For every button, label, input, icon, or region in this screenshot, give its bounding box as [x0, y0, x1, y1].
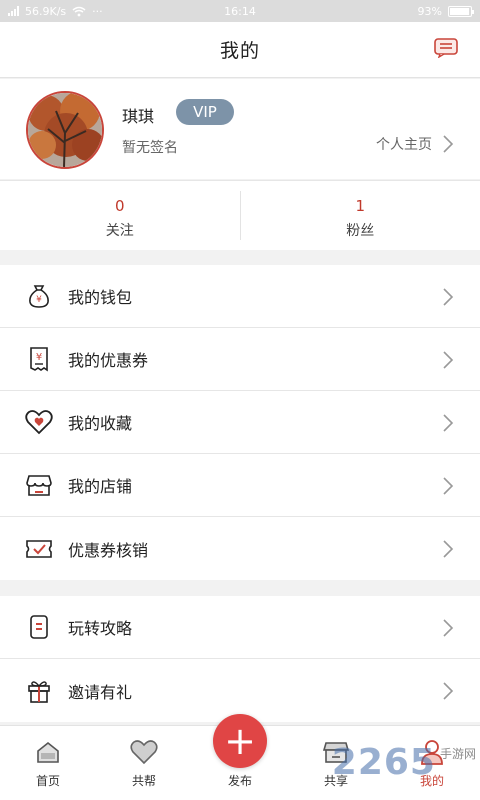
signal-icon: [8, 6, 19, 16]
status-more: ···: [92, 4, 103, 18]
stats-bar: 0 关注 1 粉丝: [0, 180, 480, 250]
tab-label: 发布: [227, 774, 252, 788]
homepage-label: 个人主页: [376, 137, 432, 153]
tab-label: 共帮: [131, 774, 156, 788]
menu-label: 邀请有礼: [68, 682, 133, 702]
menu-label: 优惠券核销: [68, 540, 149, 560]
chevron-right-icon: [443, 351, 454, 369]
page-header: 我的: [0, 22, 480, 78]
page-title: 我的: [219, 40, 260, 62]
menu-item-wallet[interactable]: ¥ 我的钱包: [0, 265, 480, 328]
status-right: 93%: [272, 4, 474, 18]
home-icon: [37, 741, 59, 763]
battery-percent: 93%: [417, 4, 442, 18]
watermark-number: 2265: [331, 742, 436, 783]
menu-item-coupon-redeem[interactable]: 优惠券核销: [0, 517, 480, 580]
tab-label: 首页: [35, 774, 60, 788]
following-count: 0: [114, 197, 125, 215]
followers-label: 粉丝: [346, 223, 375, 239]
wallet-icon: ¥: [24, 281, 54, 311]
menu-label: 我的钱包: [68, 288, 133, 307]
heart-tab-icon: [130, 740, 158, 765]
publish-button[interactable]: +: [213, 714, 267, 768]
chevron-right-icon: [443, 288, 454, 306]
menu-group-main: ¥ 我的钱包 ¥ 我的优惠券 我的收藏 我的店铺 优惠券核销: [0, 265, 480, 580]
status-left: 56.9K/s ···: [8, 5, 208, 18]
svg-text:¥: ¥: [36, 295, 42, 305]
battery-fill: [450, 7, 469, 15]
menu-item-invite[interactable]: 邀请有礼: [0, 659, 480, 722]
profile-card[interactable]: 琪琪 VIP 暂无签名 个人主页: [0, 79, 480, 179]
menu-label: 我的优惠券: [68, 351, 149, 370]
avatar[interactable]: [26, 91, 104, 169]
stat-followers[interactable]: 1 粉丝: [241, 181, 480, 250]
battery-icon: [448, 5, 474, 17]
tab-home[interactable]: 首页: [0, 726, 96, 800]
signature: 暂无签名: [122, 140, 178, 156]
menu-label: 玩转攻略: [68, 619, 133, 638]
wifi-icon: [72, 6, 86, 16]
menu-item-favorites[interactable]: 我的收藏: [0, 391, 480, 454]
chevron-right-icon: [443, 414, 454, 432]
menu-label: 我的收藏: [68, 414, 133, 433]
watermark: 2265 手游网: [332, 742, 476, 783]
menu-group-extra: 玩转攻略 邀请有礼: [0, 596, 480, 722]
chevron-right-icon: [443, 477, 454, 495]
ticket-check-icon: [24, 534, 54, 564]
status-time: 16:14: [224, 4, 256, 18]
watermark-text: 手游网: [439, 747, 476, 761]
stat-following[interactable]: 0 关注: [0, 181, 240, 250]
store-icon: [24, 470, 54, 500]
coupon-icon: ¥: [24, 344, 54, 374]
guide-icon: [24, 612, 54, 642]
svg-text:¥: ¥: [36, 352, 42, 363]
vip-badge: VIP: [176, 99, 234, 125]
chevron-right-icon: [443, 619, 454, 637]
homepage-link[interactable]: 个人主页: [376, 134, 454, 154]
network-speed: 56.9K/s: [25, 4, 67, 18]
gift-icon: [24, 676, 54, 706]
avatar-image: [28, 93, 102, 167]
message-icon[interactable]: [434, 38, 458, 58]
following-label: 关注: [105, 223, 134, 239]
username: 琪琪: [122, 107, 155, 126]
tab-help[interactable]: 共帮: [96, 726, 192, 800]
chevron-right-icon: [443, 135, 454, 153]
chevron-right-icon: [443, 682, 454, 700]
followers-count: 1: [355, 197, 366, 215]
heart-icon: [24, 407, 54, 437]
status-bar: 56.9K/s ··· 16:14 93%: [0, 0, 480, 22]
menu-item-guide[interactable]: 玩转攻略: [0, 596, 480, 659]
chevron-right-icon: [443, 540, 454, 558]
menu-label: 我的店铺: [68, 477, 133, 496]
menu-item-coupons[interactable]: ¥ 我的优惠券: [0, 328, 480, 391]
menu-item-store[interactable]: 我的店铺: [0, 454, 480, 517]
